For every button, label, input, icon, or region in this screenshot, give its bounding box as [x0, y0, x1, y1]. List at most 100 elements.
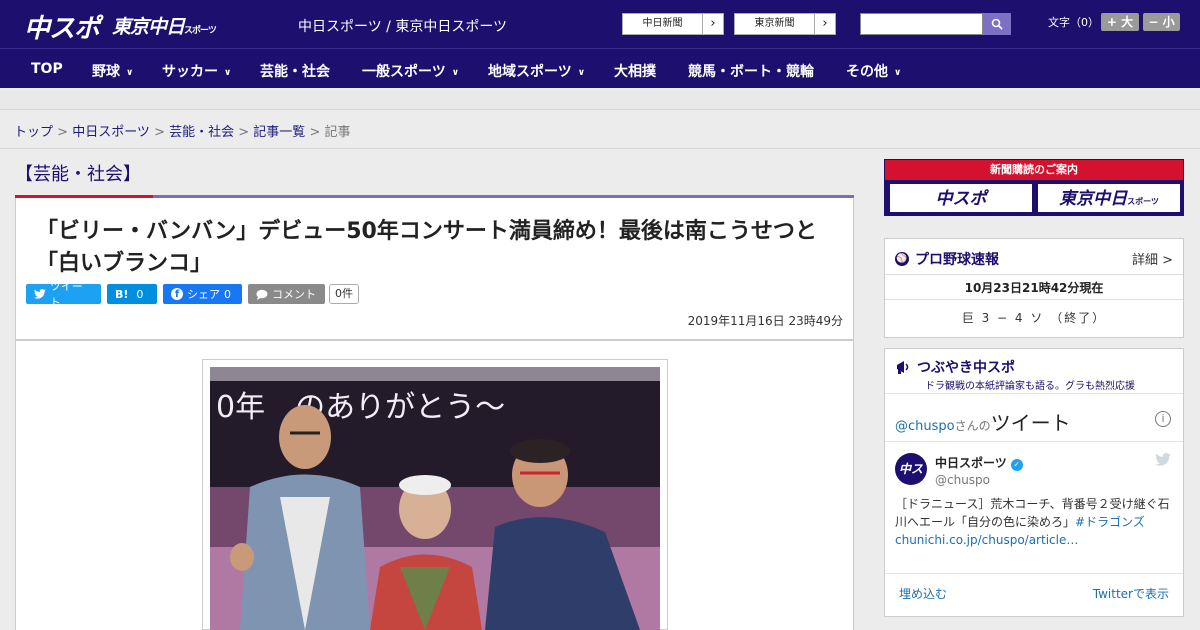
search-button[interactable]: [983, 13, 1011, 35]
breadcrumb-sep: >: [305, 125, 325, 140]
article-header: 「ビリー・バンバン」デビュー50年コンサート満員締め！最後は南こうせつと 「白い…: [15, 198, 854, 340]
search-icon: [991, 18, 1003, 30]
megaphone-icon: [897, 361, 909, 374]
divider: [0, 148, 1200, 149]
hatena-count: 0: [136, 287, 144, 301]
photo-banner-text: 0年 のありがとう〜: [216, 390, 505, 425]
tweet-handle[interactable]: @chuspo: [935, 473, 990, 487]
nav-item-local-sports[interactable]: 地域スポーツ ∨: [488, 61, 585, 81]
tweet-hashtag[interactable]: #ドラゴンズ: [1075, 515, 1145, 529]
breadcrumb-sep: >: [234, 125, 254, 140]
verified-icon: ✓: [1010, 459, 1023, 471]
facebook-icon: f: [171, 288, 183, 300]
breadcrumb-top[interactable]: トップ: [14, 125, 53, 140]
subscribe-tokyo-text: 東京中日: [1059, 189, 1128, 209]
chunichi-shinbun-button[interactable]: 中日新聞 ›: [622, 13, 724, 35]
nav-label: TOP: [31, 61, 63, 77]
search-input[interactable]: [860, 13, 983, 35]
site-tagline[interactable]: 中日スポーツ / 東京中日スポーツ: [298, 16, 507, 36]
baseball-score[interactable]: 巨 3 − 4 ソ （終了）: [885, 309, 1183, 326]
tokyo-shinbun-button[interactable]: 東京新聞 ›: [734, 13, 836, 35]
facebook-share-button[interactable]: f シェア 0: [163, 284, 242, 304]
nav-item-keiba[interactable]: 競馬・ボート・競輪: [688, 61, 814, 81]
chevron-right-icon: ›: [710, 16, 716, 31]
comment-label: コメント: [272, 288, 316, 301]
nav-label: 地域スポーツ: [488, 64, 572, 80]
subscription-banner[interactable]: 新聞購読のご案内 中スポ 東京中日スポーツ: [884, 159, 1184, 216]
view-on-twitter-link[interactable]: Twitterで表示: [1093, 585, 1169, 602]
chevron-down-icon: ∨: [126, 68, 134, 78]
breadcrumb-category[interactable]: 芸能・社会: [169, 125, 234, 140]
tweet-author[interactable]: 中日スポーツ ✓: [935, 454, 1023, 471]
baseball-icon: ⚾: [895, 252, 909, 266]
twitter-widget: つぶやき中スポ ドラ観戦の本紙評論家も語る。グラも熱烈応援 @chuspoさんの…: [884, 348, 1184, 617]
nav-item-baseball[interactable]: 野球 ∨: [92, 61, 133, 81]
tokyo-shinbun-label: 東京新聞: [735, 14, 815, 34]
nav-item-entertainment[interactable]: 芸能・社会: [260, 61, 330, 81]
nav-label: 一般スポーツ: [362, 64, 446, 80]
baseball-detail-link[interactable]: 詳細 >: [1132, 249, 1173, 268]
tweet-embed-link[interactable]: 埋め込む: [899, 585, 947, 602]
twitter-icon: [1155, 453, 1171, 466]
comment-button[interactable]: コメント: [248, 284, 325, 304]
tweet-link[interactable]: chunichi.co.jp/chuspo/article…: [895, 533, 1078, 547]
baseball-title-text: プロ野球速報: [915, 252, 999, 268]
twitter-bird-icon: [1155, 453, 1171, 470]
breadcrumb-current: 記事: [324, 125, 351, 140]
nav-item-sumo[interactable]: 大相撲: [614, 61, 656, 81]
subscribe-tokyo-logo[interactable]: 東京中日スポーツ: [1037, 183, 1181, 213]
nav-item-other[interactable]: その他 ∨: [846, 61, 901, 81]
breadcrumb-list[interactable]: 記事一覧: [253, 125, 305, 140]
font-smaller-button[interactable]: − 小: [1143, 13, 1180, 31]
subscribe-chuspo-logo[interactable]: 中スポ: [889, 183, 1033, 213]
site-header: 中スポ 東京中日スポーツ 中日スポーツ / 東京中日スポーツ 中日新聞 › 東京…: [0, 0, 1200, 48]
breadcrumb-sep: >: [53, 125, 73, 140]
tokyo-logo-small: スポーツ: [184, 26, 217, 36]
nav-item-top[interactable]: TOP: [31, 61, 63, 77]
breadcrumb-chunichi[interactable]: 中日スポーツ: [72, 125, 150, 140]
chevron-down-icon: ∨: [894, 68, 902, 78]
nav-item-soccer[interactable]: サッカー ∨: [162, 61, 231, 81]
tweets-by-user[interactable]: @chuspo: [895, 419, 955, 434]
nav-label: 競馬・ボート・競輪: [688, 64, 814, 80]
nav-label: その他: [846, 64, 888, 80]
chunichi-shinbun-label: 中日新聞: [623, 14, 703, 34]
tweets-by-suffix: さんの: [954, 419, 991, 433]
tweet-text: ［ドラニュース］荒木コーチ、背番号２受け継ぐ石川へエール「自分の色に染めろ」#ド…: [895, 495, 1175, 549]
publish-date: 2019年11月16日 23時49分: [687, 314, 843, 328]
subscribe-tokyo-small: スポーツ: [1127, 197, 1159, 206]
nav-label: サッカー: [162, 64, 218, 80]
share-label: シェア: [187, 288, 220, 301]
share-count: 0: [224, 287, 231, 301]
main-nav: TOP 野球 ∨ サッカー ∨ 芸能・社会 一般スポーツ ∨ 地域スポーツ ∨ 大相撲 …: [0, 48, 1200, 88]
share-bar: ツイート B! 0 f シェア 0 コメント 0件: [26, 280, 359, 309]
nav-label: 野球: [92, 64, 120, 80]
font-size-label: 文字（0）: [1048, 16, 1099, 29]
tweet-button[interactable]: ツイート: [26, 280, 101, 309]
tweet-label: ツイート: [49, 280, 83, 309]
chuspo-logo[interactable]: 中スポ: [24, 8, 100, 45]
breadcrumb: トップ > 中日スポーツ > 芸能・社会 > 記事一覧 > 記事: [14, 121, 351, 140]
font-bigger-button[interactable]: + 大: [1101, 13, 1139, 31]
tokyo-chunichi-logo[interactable]: 東京中日スポーツ: [112, 12, 217, 39]
comment-count: 0件: [329, 284, 359, 304]
tweets-by-big: ツイート: [990, 411, 1071, 435]
article-photo[interactable]: 0年 のありがとう〜: [210, 367, 660, 630]
divider: [885, 441, 1183, 442]
info-icon[interactable]: i: [1155, 411, 1171, 427]
hatena-bookmark-button[interactable]: B! 0: [107, 284, 157, 304]
nav-item-general-sports[interactable]: 一般スポーツ ∨: [362, 61, 459, 81]
article-title: 「ビリー・バンバン」デビュー50年コンサート満員締め！最後は南こうせつと 「白い…: [36, 216, 836, 280]
baseball-update-time: 10月23日21時42分現在: [885, 276, 1183, 300]
twitter-icon: [34, 289, 46, 299]
speech-bubble-icon: [256, 289, 268, 300]
tweet-title-text: つぶやき中スポ: [917, 360, 1015, 376]
tweet-author-name: 中日スポーツ: [935, 456, 1007, 470]
tokyo-logo-text: 東京中日: [112, 16, 185, 38]
breadcrumb-sep: >: [149, 125, 170, 140]
avatar[interactable]: 中ス: [895, 453, 927, 485]
chevron-right-icon: ›: [822, 16, 828, 31]
tweet-widget-title: つぶやき中スポ: [895, 357, 1015, 377]
subscription-title: 新聞購読のご案内: [885, 160, 1183, 180]
chevron-down-icon: ∨: [451, 68, 460, 78]
